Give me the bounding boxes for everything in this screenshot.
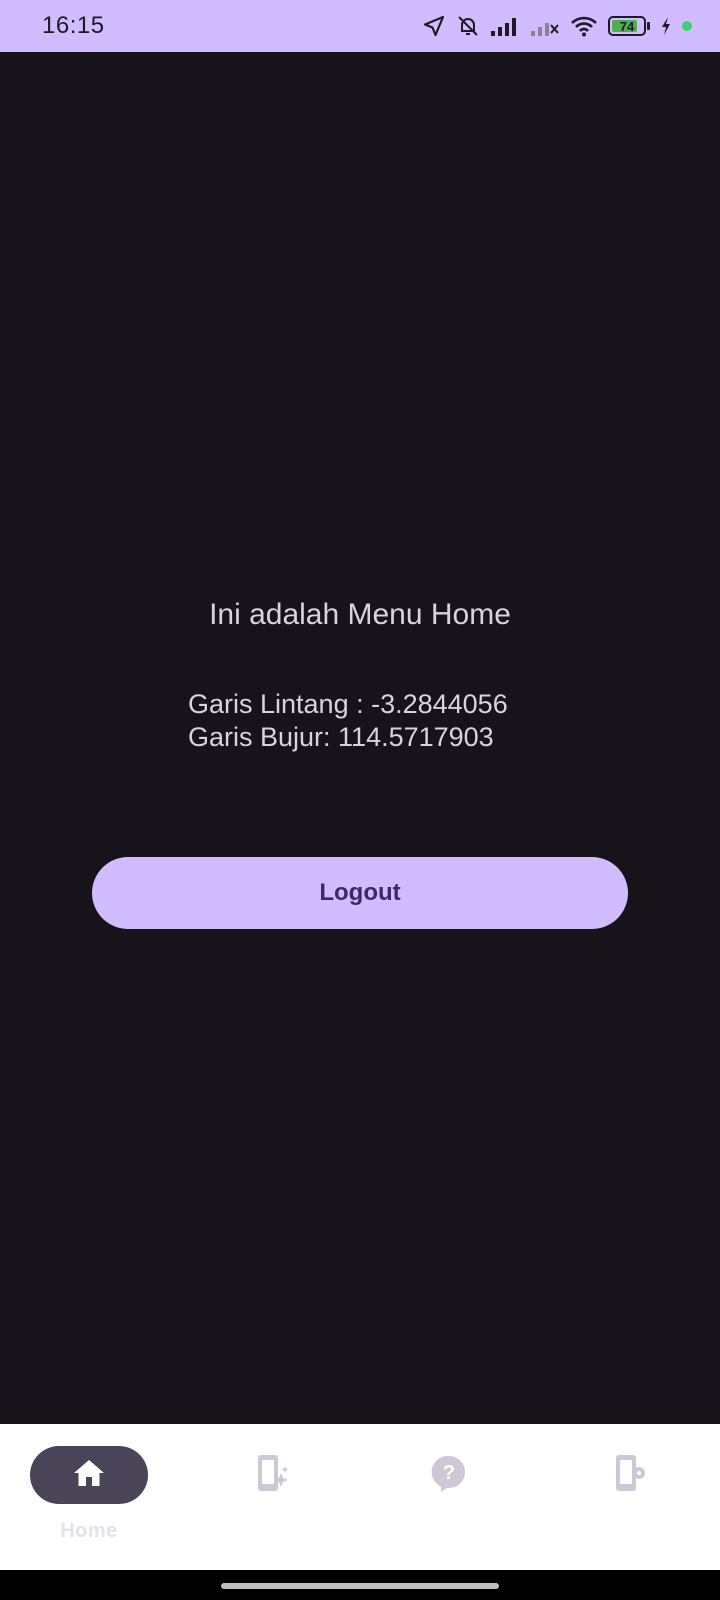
battery-icon: 74 (608, 16, 650, 36)
signal-no-service-icon (530, 15, 560, 37)
home-gesture-handle[interactable] (221, 1583, 499, 1589)
svg-text:?: ? (443, 1462, 455, 1484)
longitude-text: Garis Bujur: 114.5717903 (188, 722, 494, 752)
signal-icon (490, 15, 520, 37)
help-bubble-icon: ? (431, 1454, 467, 1497)
phone-settings-icon (612, 1453, 648, 1498)
status-icons: 74 (422, 14, 692, 38)
nav-item-home[interactable]: Home (29, 1446, 149, 1543)
nav-item-help[interactable]: ? (389, 1446, 509, 1504)
coordinates-text: Garis Lintang : -3.2844056 Garis Bujur: … (188, 688, 508, 754)
nav-active-indicator (30, 1446, 148, 1504)
phone-sparkle-icon (254, 1453, 290, 1498)
gesture-bar (0, 1570, 720, 1600)
logout-button[interactable]: Logout (92, 857, 628, 929)
bottom-navigation: Home ? (0, 1424, 720, 1570)
nav-item-settings[interactable] (570, 1446, 690, 1504)
page-title: Ini adalah Menu Home (209, 598, 511, 631)
status-time: 16:15 (42, 12, 105, 39)
battery-level: 74 (619, 18, 635, 34)
nav-item-features[interactable] (212, 1446, 332, 1504)
bell-off-icon (456, 14, 480, 38)
home-screen: 16:15 74 Ini adalah Menu Home Garis Lint… (0, 0, 720, 1600)
latitude-text: Garis Lintang : -3.2844056 (188, 689, 508, 719)
status-bar: 16:15 74 (0, 0, 720, 52)
wifi-icon (570, 15, 598, 37)
home-icon (72, 1457, 106, 1494)
privacy-dot-icon (682, 21, 692, 31)
nav-label-home: Home (60, 1520, 118, 1542)
charging-bolt-icon (660, 16, 672, 36)
location-arrow-icon (422, 14, 446, 38)
